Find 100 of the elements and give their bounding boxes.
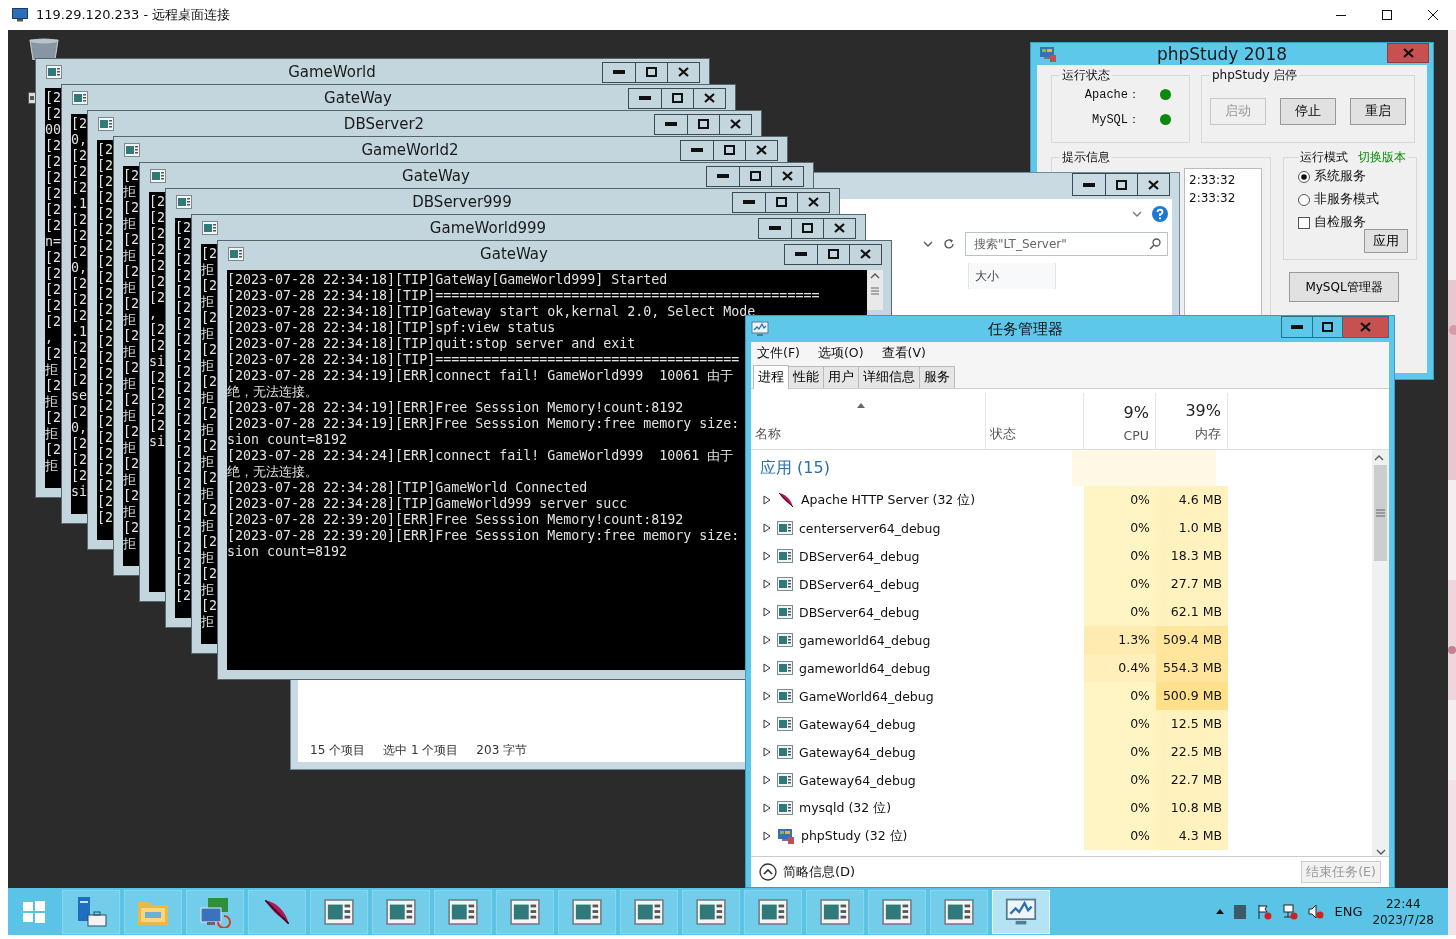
mysql-manager-button[interactable]: MySQL管理器 xyxy=(1289,272,1399,302)
switch-version-link[interactable]: 切换版本 xyxy=(1358,149,1406,166)
memory-cell: 10.8 MB xyxy=(1156,794,1228,822)
console-line: [2 xyxy=(97,430,113,446)
console-line: [2 xyxy=(175,380,191,396)
clock[interactable]: 22:44 2023/7/28 xyxy=(1372,895,1434,928)
status-text: 203 字节 xyxy=(476,741,528,759)
console-line: [2 xyxy=(201,278,217,294)
network-error-icon[interactable] xyxy=(1282,903,1299,920)
menu-item[interactable]: 查看(V) xyxy=(879,344,928,362)
scroll-up-icon[interactable] xyxy=(1374,454,1384,462)
menu-item[interactable]: 选项(O) xyxy=(815,344,866,362)
taskbar-button[interactable] xyxy=(868,889,926,934)
expand-icon[interactable] xyxy=(763,747,771,757)
cpu-cell: 1.3% xyxy=(1084,626,1156,654)
expand-icon[interactable] xyxy=(763,663,771,673)
taskbar-button[interactable] xyxy=(620,889,678,934)
console-line: [2 xyxy=(97,318,113,334)
help-icon[interactable] xyxy=(1152,206,1168,222)
taskbar-button[interactable] xyxy=(682,889,740,934)
expand-icon[interactable] xyxy=(763,691,771,701)
console-window-icon xyxy=(72,91,88,105)
group-heading[interactable]: 应用 (15) xyxy=(751,457,1072,479)
memory-cell: 554.3 MB xyxy=(1156,654,1228,682)
expand-icon[interactable] xyxy=(763,579,771,589)
flag-error-icon[interactable] xyxy=(1256,903,1273,920)
console-window-icon xyxy=(777,605,793,619)
log-line: 2:33:32 xyxy=(1189,173,1237,187)
column-header[interactable]: 名称 xyxy=(751,393,986,449)
chevron-down-icon[interactable] xyxy=(923,241,933,247)
console-line: [2 xyxy=(71,228,87,244)
scroll-thumb[interactable] xyxy=(1374,465,1387,561)
window-title: GateWay xyxy=(323,89,393,107)
maximize-icon xyxy=(672,93,683,103)
apply-button[interactable]: 应用 xyxy=(1364,229,1408,253)
console-line: si xyxy=(149,434,165,450)
console-line: [2023-07-28 22:34:28][TIP]GameWorld Connected xyxy=(227,480,588,496)
console-line: [2 xyxy=(175,316,191,332)
column-header[interactable]: 39% 内存 xyxy=(1156,393,1228,449)
console-line: [2 xyxy=(97,302,113,318)
console-line: 0, xyxy=(71,132,87,148)
console-line: [2023-07-28 22:34:18][TIP]================================================ xyxy=(227,288,820,304)
radio-button[interactable] xyxy=(1298,193,1310,206)
console-line: 拒 xyxy=(201,358,214,374)
cpu-cell: 0% xyxy=(1084,738,1156,766)
tab[interactable]: 用户 xyxy=(823,366,859,388)
taskbar-button[interactable] xyxy=(744,889,802,934)
tab[interactable]: 服务 xyxy=(919,366,955,388)
caret-up-icon[interactable] xyxy=(1216,909,1225,914)
checkbox[interactable] xyxy=(1298,216,1310,229)
expand-icon[interactable] xyxy=(763,635,771,645)
tab[interactable]: 详细信息 xyxy=(858,366,920,388)
taskbar-button[interactable] xyxy=(310,889,368,934)
expand-icon[interactable] xyxy=(763,775,771,785)
column-header[interactable]: 9% CPU xyxy=(1084,393,1156,449)
maximize-icon xyxy=(776,197,787,207)
console-line: [2 xyxy=(149,402,165,418)
taskbar-button[interactable] xyxy=(372,889,430,934)
console-line: [2 xyxy=(97,174,113,190)
action-button[interactable]: 停止 xyxy=(1280,97,1336,125)
window-title: GameWorld2 xyxy=(360,141,460,159)
speaker-muted-icon[interactable] xyxy=(1308,903,1325,920)
console-line: .1 xyxy=(71,324,87,340)
taskbar-button[interactable] xyxy=(806,889,864,934)
expand-icon[interactable] xyxy=(763,803,771,813)
fewer-details-link[interactable]: 简略信息(D) xyxy=(783,863,856,881)
status-text: 选中 1 个项目 xyxy=(383,741,459,759)
remote-desktop-icon xyxy=(12,8,28,22)
taskbar-button[interactable] xyxy=(930,889,988,934)
grip-icon xyxy=(1376,509,1385,517)
scrollbar[interactable] xyxy=(867,270,883,310)
taskbar-button[interactable] xyxy=(558,889,616,934)
scroll-down-icon[interactable] xyxy=(1375,848,1386,856)
close-icon xyxy=(756,145,767,155)
console-line: [2 xyxy=(45,170,61,186)
search-field[interactable]: 搜索"LT_Server" xyxy=(965,232,1168,256)
radio-button[interactable] xyxy=(1298,170,1310,183)
taskbar-button[interactable] xyxy=(62,889,120,934)
column-header[interactable]: 大小 xyxy=(968,263,1056,289)
scrollbar[interactable] xyxy=(1372,450,1389,856)
console-line: [2 xyxy=(175,492,191,508)
taskbar-button[interactable] xyxy=(434,889,492,934)
refresh-icon[interactable] xyxy=(943,238,955,250)
console-line: [2 xyxy=(123,200,139,216)
language-indicator[interactable]: ENG xyxy=(1334,904,1363,919)
taskbar-button[interactable] xyxy=(496,889,554,934)
menu-item[interactable]: 文件(F) xyxy=(755,344,802,362)
collapse-icon[interactable] xyxy=(759,863,777,881)
console-window-icon xyxy=(777,521,793,535)
column-header[interactable]: 状态 xyxy=(986,393,1084,449)
taskbar-button[interactable] xyxy=(248,889,306,934)
console-window-icon xyxy=(777,661,793,675)
expand-icon[interactable] xyxy=(763,719,771,729)
expand-icon[interactable] xyxy=(763,831,771,841)
expand-icon[interactable] xyxy=(763,607,771,617)
console-line: [2 xyxy=(97,206,113,222)
square-icon[interactable] xyxy=(1234,904,1247,919)
action-button[interactable]: 重启 xyxy=(1350,97,1406,125)
tab[interactable]: 进程 xyxy=(753,365,789,389)
tab[interactable]: 性能 xyxy=(788,366,824,388)
